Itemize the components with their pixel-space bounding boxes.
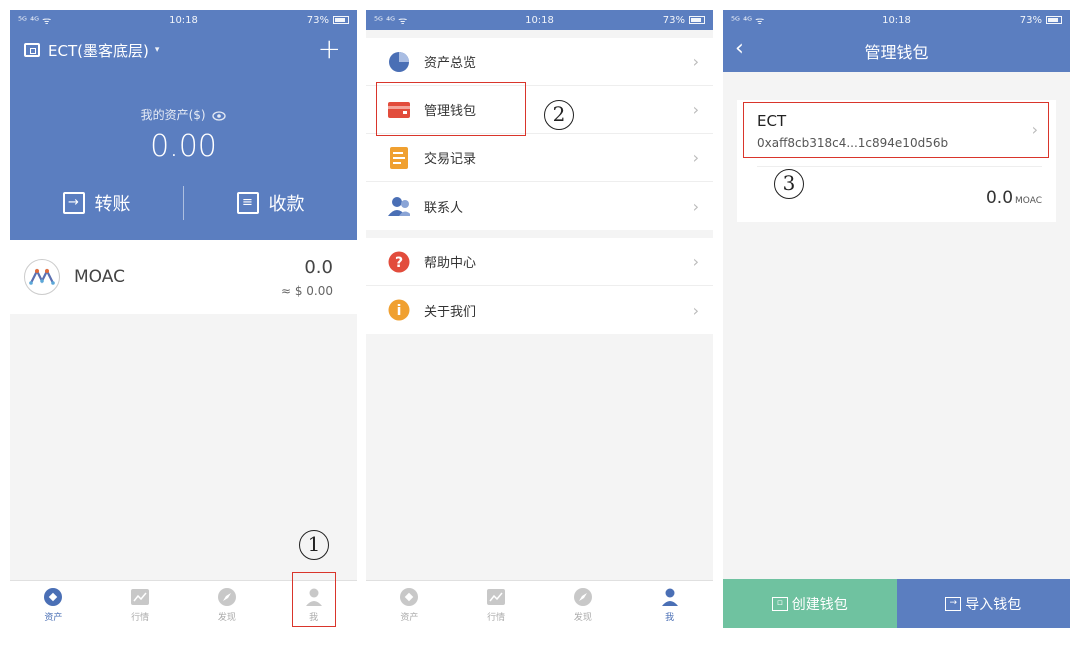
tab-discover[interactable]: 发现	[184, 581, 271, 628]
menu-item-transactions[interactable]: 交易记录 ›	[366, 134, 713, 182]
chevron-right-icon: ›	[692, 196, 699, 216]
tab-discover[interactable]: 发现	[540, 581, 627, 628]
coin-usd: ≈ $ 0.00	[280, 283, 333, 298]
add-wallet-button[interactable]: +	[318, 34, 341, 64]
caret-down-icon: ▾	[154, 45, 160, 55]
compass-tab-icon	[217, 587, 237, 607]
asset-actions: → 转账 ≡ 收款	[10, 186, 357, 220]
status-bar: ⁵ᴳ ⁴ᴳ ᯤ 10:18 73%	[10, 10, 357, 30]
signal-indicator: ⁵ᴳ ⁴ᴳ ᯤ	[18, 16, 52, 27]
tab-market[interactable]: 行情	[453, 581, 540, 628]
tab-market[interactable]: 行情	[97, 581, 184, 628]
page-title: 管理钱包	[864, 43, 929, 62]
compass-tab-icon	[573, 587, 593, 607]
assets-tab-icon	[399, 587, 419, 607]
tab-me[interactable]: 我	[626, 581, 713, 628]
pie-chart-icon	[388, 51, 410, 73]
wallet-name: ECT(墨客底层)	[48, 41, 149, 60]
card-divider	[757, 166, 1042, 167]
annotation-box-2	[376, 82, 526, 136]
nav-bar: ‹ 管理钱包	[723, 30, 1070, 72]
transfer-icon: →	[62, 192, 85, 214]
status-time: 10:18	[882, 14, 911, 26]
menu-item-contacts[interactable]: 联系人 ›	[366, 182, 713, 230]
chevron-right-icon: ›	[692, 300, 699, 320]
status-bar: ⁵ᴳ ⁴ᴳ ᯤ 10:18 73%	[723, 10, 1070, 30]
menu-item-help-center[interactable]: ? 帮助中心 ›	[366, 238, 713, 286]
battery-text: 73%	[662, 14, 685, 26]
signal-indicator: ⁵ᴳ ⁴ᴳ ᯤ	[374, 16, 408, 27]
contacts-icon	[388, 195, 410, 217]
annotation-number-2: 2	[544, 100, 574, 130]
moac-coin-icon	[24, 259, 60, 295]
menu-item-asset-overview[interactable]: 资产总览 ›	[366, 38, 713, 86]
menu-item-about-us[interactable]: i 关于我们 ›	[366, 286, 713, 334]
coin-name: MOAC	[74, 267, 125, 287]
annotation-number-3: 3	[774, 169, 804, 199]
wallet-selector[interactable]: ECT(墨客底层) ▾	[10, 30, 357, 70]
user-tab-icon	[660, 587, 680, 607]
help-icon: ?	[388, 251, 410, 273]
document-icon	[388, 146, 410, 169]
status-time: 10:18	[525, 14, 554, 26]
menu-group-help: ? 帮助中心 › i 关于我们 ›	[366, 238, 713, 334]
transfer-button[interactable]: → 转账	[10, 190, 183, 216]
eye-icon[interactable]	[212, 110, 227, 121]
chevron-right-icon: ›	[692, 252, 699, 271]
asset-row-moac[interactable]: MOAC 0.0 ≈ $ 0.00	[10, 240, 357, 314]
chart-tab-icon	[130, 587, 150, 607]
signal-indicator: ⁵ᴳ ⁴ᴳ ᯤ	[731, 16, 765, 27]
svg-text:?: ?	[395, 255, 403, 271]
chevron-right-icon: ›	[692, 100, 699, 119]
annotation-box-3	[743, 102, 1049, 158]
tab-assets[interactable]: 资产	[10, 581, 97, 628]
battery-icon	[1046, 16, 1062, 24]
status-bar: ⁵ᴳ ⁴ᴳ ᯤ 10:18 73%	[366, 10, 713, 30]
svg-text:i: i	[397, 303, 402, 319]
battery-icon	[689, 16, 705, 24]
coin-amount: 0.0	[304, 256, 333, 278]
receive-icon: ≡	[236, 192, 259, 214]
import-wallet-button[interactable]: → 导入钱包	[896, 579, 1070, 628]
import-icon: →	[945, 596, 962, 611]
assets-value: 0.00	[150, 129, 217, 164]
battery-text: 73%	[1019, 14, 1042, 26]
receive-button[interactable]: ≡ 收款	[184, 190, 357, 216]
wallet-actions: ▫ 创建钱包 → 导入钱包	[723, 579, 1070, 628]
annotation-box-1	[292, 572, 336, 627]
assets-header: ⁵ᴳ ⁴ᴳ ᯤ 10:18 73% ECT(墨客底层) ▾ + 我的资产($) …	[10, 10, 357, 240]
assets-tab-icon	[43, 587, 63, 607]
annotation-number-1: 1	[299, 530, 329, 560]
info-icon: i	[388, 299, 410, 321]
nav-header: ⁵ᴳ ⁴ᴳ ᯤ 10:18 73% ‹ 管理钱包	[723, 10, 1070, 72]
chevron-right-icon: ›	[692, 52, 699, 71]
wallet-icon: ▫	[771, 596, 788, 611]
assets-label: 我的资产($)	[10, 106, 357, 123]
status-time: 10:18	[169, 14, 198, 26]
battery-icon	[333, 16, 349, 24]
back-arrow-icon[interactable]: ‹	[735, 36, 744, 61]
wallet-balance: 0.0 MOAC	[985, 188, 1042, 208]
chart-tab-icon	[486, 587, 506, 607]
create-wallet-button[interactable]: ▫ 创建钱包	[723, 579, 897, 628]
chevron-right-icon: ›	[692, 148, 699, 167]
tab-assets[interactable]: 资产	[366, 581, 453, 628]
tab-bar: 资产 行情 发现 我	[366, 580, 713, 628]
wallet-icon	[24, 43, 40, 57]
coin-value: 0.0 ≈ $ 0.00	[281, 257, 333, 298]
battery-text: 73%	[306, 14, 329, 26]
